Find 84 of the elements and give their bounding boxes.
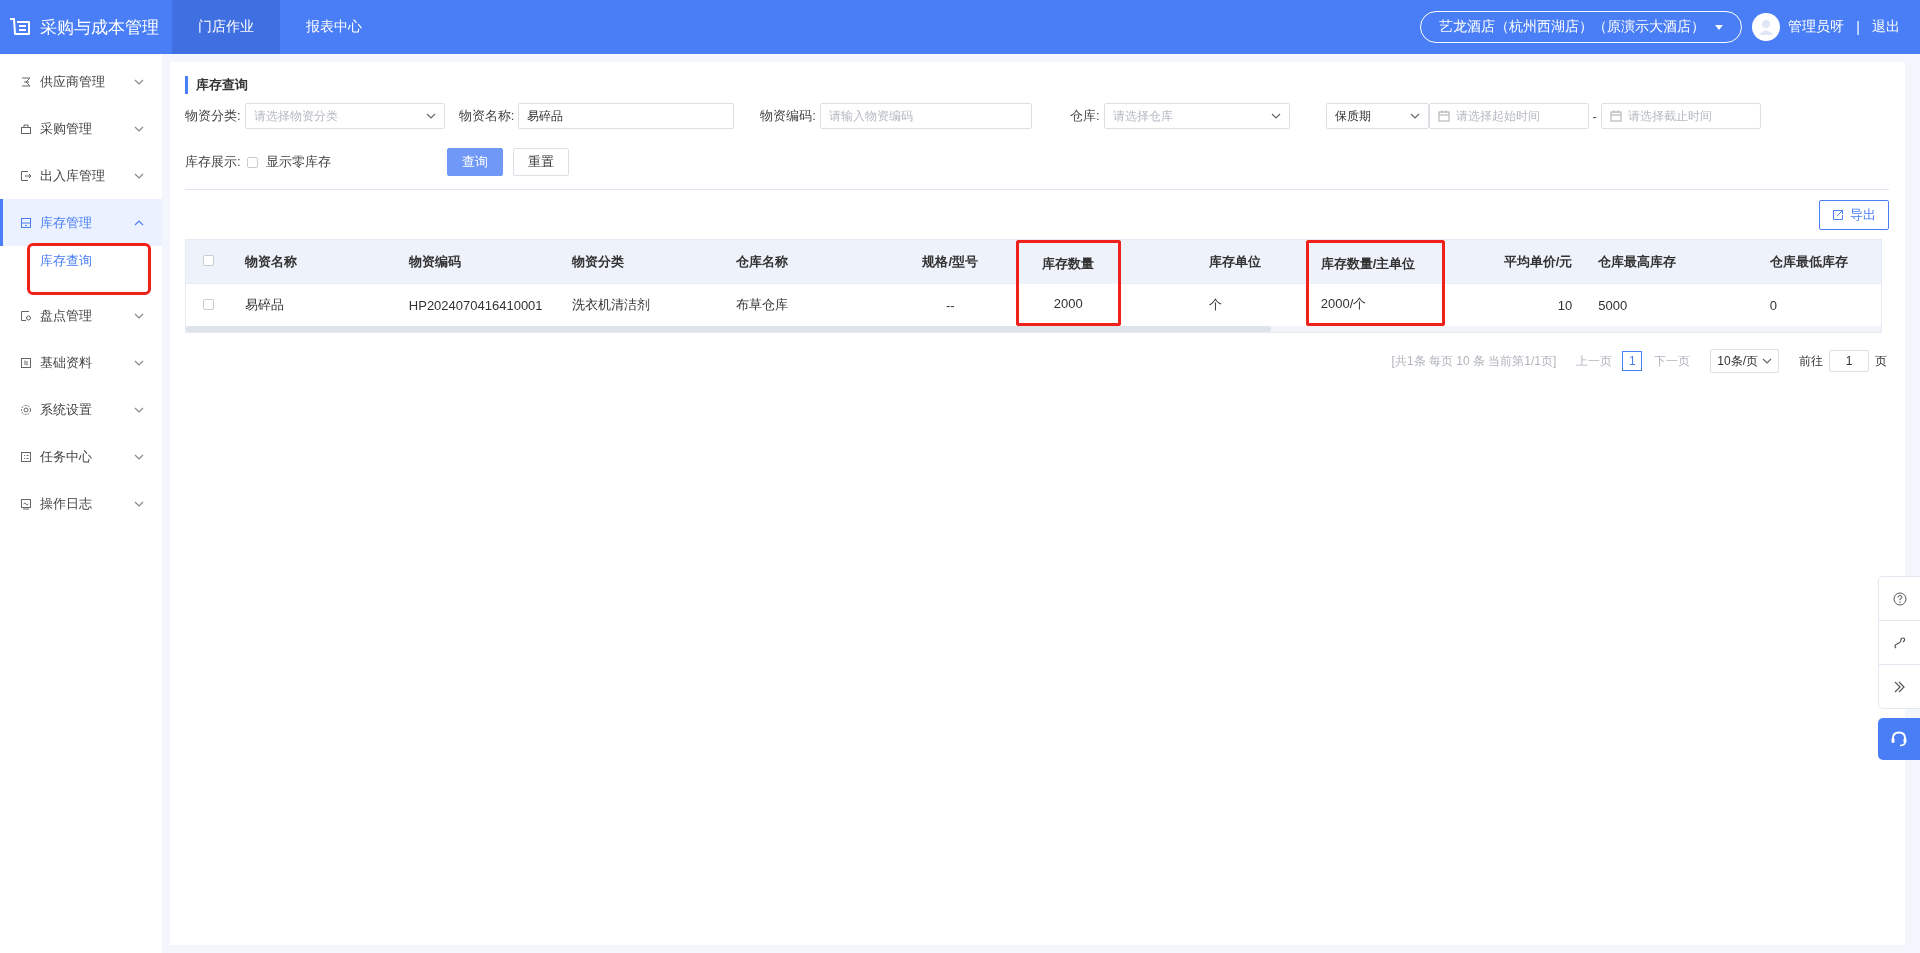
sidebar-item[interactable]: 基础资料 [0,339,162,386]
menu-item-icon [20,216,32,229]
range-separator: - [1592,108,1597,124]
table-cell: -- [945,297,955,313]
menu-item-icon [20,309,32,322]
user-name: 管理员呀 [1788,18,1845,36]
headset-icon [1890,730,1908,748]
table-cell: 布草仓库 [735,297,788,312]
sidebar-item[interactable]: 库存管理 [0,199,162,246]
field-label: 物资编码: [760,107,816,125]
column-header: 仓库名称 [735,253,788,269]
calendar-icon [1437,110,1450,122]
field-label: 物资名称: [458,107,515,125]
separator: | [1856,19,1860,35]
select-field[interactable]: 保质期 [1325,103,1429,129]
sidebar-item[interactable]: 任务中心 [0,433,162,480]
page-number[interactable]: 1 [1622,351,1643,371]
row-checkbox[interactable] [203,298,215,310]
table-cell: 2000 [1053,296,1083,311]
menu-item-icon [20,75,32,88]
logout-link[interactable]: 退出 [1872,18,1900,36]
chevron-icon [425,113,436,119]
sidebar-item[interactable]: 系统设置 [0,386,162,433]
menu-item-icon [20,497,32,510]
table-cell: 10 [1557,297,1573,313]
table-cell: 2000/个 [1320,295,1367,311]
cart-icon [8,16,32,38]
horizontal-scrollbar[interactable] [186,326,1881,332]
field-label: 物资分类: [185,107,241,125]
table-cell: 0 [1769,297,1777,313]
pagination-summary: [共1条 每页 10 条 当前第1/1页] [1391,352,1557,370]
table-cell: HP2024070416410001 [408,297,543,313]
page-title: 库存查询 [185,76,1889,94]
double-chevron-icon[interactable] [1892,679,1907,694]
column-header: 规格/型号 [922,253,979,269]
export-icon [1832,209,1844,221]
goto-suffix: 页 [1875,352,1887,370]
input-field[interactable]: 易碎品 [518,103,735,129]
menu-item-icon [20,356,32,369]
field-label: 库存展示: [185,153,241,171]
column-header: 库存数量/主单位 [1320,255,1416,271]
menu-item-icon [20,403,32,416]
column-header: 仓库最高库存 [1598,253,1677,269]
select-all-checkbox[interactable] [203,255,215,266]
menu-item-icon [20,450,32,463]
menu-item-icon [20,169,32,182]
column-header: 物资编码 [408,253,461,269]
sidebar-item[interactable]: 供应商管理 [0,58,162,105]
column-header: 库存数量 [1042,255,1095,271]
table-cell: 5000 [1598,297,1628,313]
app-title: 采购与成本管理 [40,16,159,39]
calendar-icon [1609,110,1622,122]
field-label: 仓库: [1069,107,1100,125]
link-icon[interactable] [1892,635,1907,650]
reset-button[interactable]: 重置 [512,148,569,176]
sidebar-item[interactable]: 盘点管理 [0,292,162,339]
column-header: 物资名称 [245,253,298,269]
page-size-select[interactable]: 10条/页 [1710,349,1779,373]
export-button[interactable]: 导出 [1819,200,1889,230]
avatar-icon [1752,13,1781,41]
chevron-icon [1270,113,1281,119]
caret-icon [1715,24,1724,30]
nav-tab[interactable]: 门店作业 [172,0,280,54]
column-header: 仓库最低库存 [1769,253,1848,269]
column-header: 库存单位 [1209,253,1262,269]
chevron-icon [1409,113,1420,119]
sidebar-item[interactable]: 采购管理 [0,105,162,152]
goto-label: 前往 [1799,352,1823,370]
help-icon[interactable] [1892,591,1907,606]
zero-stock-checkbox[interactable]: 显示零库存 [246,153,331,171]
table-cell: 易碎品 [245,297,285,312]
chevron-icon [1762,358,1772,364]
table-cell: 个 [1209,297,1223,312]
sidebar-item[interactable]: 操作日志 [0,480,162,527]
customer-service-button[interactable] [1878,718,1920,760]
page-input[interactable]: 1 [1829,350,1869,372]
nav-tab[interactable]: 报表中心 [280,0,388,54]
menu-item-icon [20,122,32,135]
sidebar-subitem[interactable]: 库存查询 [30,246,148,292]
query-button[interactable]: 查询 [446,148,503,176]
table-cell: 洗衣机清洁剂 [572,297,651,312]
column-header: 平均单价/元 [1503,253,1573,269]
sidebar-item[interactable]: 出入库管理 [0,152,162,199]
column-header: 物资分类 [572,253,625,269]
